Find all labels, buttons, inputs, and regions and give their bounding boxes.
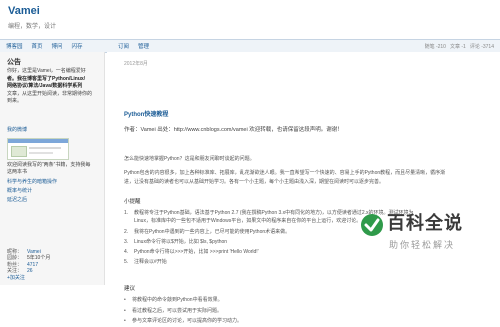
list-item: • 看过教程之后，可以尝试用于实际问题。	[124, 306, 404, 317]
site-title[interactable]: Vamei	[8, 5, 40, 17]
post-author: 作者：Vamei 出处：http://www.cnblogs.com/vamei…	[124, 127, 343, 133]
post-title[interactable]: Python快速教程	[124, 109, 168, 118]
intro-line: 你好，这里是Vamei，一名编程爱好	[7, 68, 86, 74]
nav-item-blogs[interactable]: 博客园	[6, 42, 23, 50]
sidebar: 公告 你好，这里是Vamei，一名编程爱好 者。我在博客里写了Python/Li…	[0, 52, 105, 285]
sidebar-book-link[interactable]: 延迟之后	[7, 196, 27, 203]
watermark-subtitle: 助你轻松解决	[389, 241, 456, 251]
widget-text-line	[29, 152, 53, 154]
nav-right-group: 订阅 管理	[118, 40, 158, 52]
sidebar-book-link[interactable]: 概率与统计	[7, 187, 32, 194]
intro-line: 网络协议/算法/Java/数据科学系列	[7, 83, 83, 90]
list-number: 2.	[124, 229, 129, 235]
list-item: • 将教程中的命令敲到Python中看看效果。	[124, 295, 404, 306]
bullet-icon: •	[124, 318, 126, 324]
widget-banner	[8, 139, 68, 143]
watermark: 百科全说 助你轻松解决	[360, 209, 500, 259]
advice-list: • 将教程中的命令敲到Python中看看效果。 • 看过教程之后，可以尝试用于实际问…	[124, 295, 404, 327]
list-text: 看过教程之后，可以尝试用于实际问题。	[132, 307, 223, 314]
post-paragraph: Python包含的内容很多，加上各种标准库、拓展库，乱花渐欲迷人眼。我一直希望写…	[124, 170, 446, 176]
follow-button[interactable]: +加关注	[7, 275, 25, 281]
site-header: Vamei 编程，数学，设计	[0, 0, 500, 38]
list-number: 5.	[124, 259, 129, 265]
intro-line: 到来。	[7, 98, 23, 105]
sidebar-book-link[interactable]: 科学与养生的暗箱操作	[7, 178, 57, 185]
list-text: 参与文章评论区的讨论，可以提高你的学习动力。	[132, 318, 243, 324]
weibo-widget[interactable]	[7, 138, 69, 160]
bullet-icon: •	[124, 307, 126, 314]
nav-item-qa[interactable]: 博问	[52, 42, 63, 50]
list-number: 4.	[124, 249, 129, 255]
stat-posts: 随笔 -210	[424, 43, 446, 50]
promo-line: 这两本书	[7, 169, 28, 176]
blog-stats: 随笔 -210 文章 -1 评论 -3714	[421, 40, 494, 52]
profile-value[interactable]: 26	[27, 268, 33, 274]
weibo-link[interactable]: 我的微博	[7, 126, 27, 133]
nav-item-flash[interactable]: 闪存	[72, 42, 83, 50]
list-number: 1.	[124, 210, 129, 216]
post-paragraph: 进，让没有基础的读者也可以从基础开始学习。各有一个小主题，每个小主题由浅入深，期…	[124, 179, 385, 185]
stat-articles: 文章 -1	[449, 43, 466, 50]
section-title-tips: 小提醒	[124, 199, 141, 205]
sidebar-heading: 公告	[7, 59, 21, 66]
nav-item-subscribe[interactable]: 订阅	[118, 42, 129, 50]
profile-row: +加关注	[7, 275, 99, 281]
list-text: 将教程中的命令敲到Python中看看效果。	[132, 297, 223, 303]
watermark-logo-icon	[361, 214, 383, 236]
section-title-advice: 建议	[124, 286, 136, 292]
post-date: 2012年8月	[124, 61, 148, 67]
post-paragraph: 怎么能快速地掌握Python？这是和朋友闲聊时谈起的问题。	[124, 156, 255, 162]
profile-info: 昵称： Vamei 园龄： 5年10个月 粉丝： 4717 关注： 26 +加关…	[7, 249, 99, 281]
bullet-icon: •	[124, 297, 126, 303]
site-subtitle: 编程，数学，设计	[8, 24, 57, 30]
stat-comments: 评论 -3714	[469, 43, 494, 50]
nav-left-group: 博客园 首页 博问 闪存	[6, 40, 92, 52]
list-number: 3.	[124, 239, 129, 245]
sidebar-promo: 欢迎阅读我写的“两条”书籍，支持我每 这两本书	[7, 162, 99, 177]
nav-item-manage[interactable]: 管理	[138, 42, 149, 50]
widget-text-line	[29, 147, 61, 149]
watermark-title: 百科全说	[387, 213, 463, 234]
widget-avatar	[11, 146, 27, 157]
sidebar-intro: 你好，这里是Vamei，一名编程爱好 者。我在博客里写了Python/Linux…	[7, 68, 99, 106]
nav-item-home[interactable]: 首页	[32, 42, 43, 50]
list-item: • 参与文章评论区的讨论，可以提高你的学习动力。	[124, 316, 404, 327]
top-navbar: 博客园 首页 博问 闪存 订阅 管理 随笔 -210 文章 -1 评论 -371…	[0, 39, 500, 53]
